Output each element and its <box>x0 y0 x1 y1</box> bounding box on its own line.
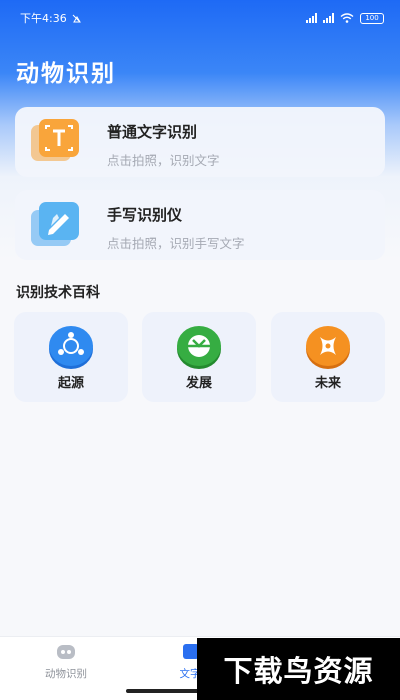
status-time: 下午4:36 <box>20 12 67 25</box>
signal-icon-2 <box>323 13 334 23</box>
future-icon <box>306 326 350 369</box>
card-subtitle: 点击拍照，识别手写文字 <box>107 236 245 251</box>
battery-icon: 100 <box>360 12 384 24</box>
handwriting-recognition-card[interactable]: 手写识别仪 点击拍照，识别手写文字 <box>15 190 385 260</box>
status-left: 下午4:36 <box>20 10 82 26</box>
tile-label: 起源 <box>57 376 84 391</box>
handwriting-pen-icon <box>31 202 79 246</box>
section-title: 识别技术百科 <box>16 285 100 301</box>
card-subtitle: 点击拍照，识别文字 <box>107 153 220 168</box>
card-text: 手写识别仪 点击拍照，识别手写文字 <box>107 204 245 252</box>
text-scan-icon <box>31 119 79 161</box>
card-title: 普通文字识别 <box>107 123 198 141</box>
wifi-icon <box>340 13 354 23</box>
tab-animal-recognition[interactable]: 动物识别 <box>6 643 126 681</box>
status-bar: 下午4:36 100 <box>0 0 400 36</box>
status-right: 100 <box>306 12 384 24</box>
text-recognition-card[interactable]: 普通文字识别 点击拍照，识别文字 <box>15 107 385 177</box>
animal-tab-icon <box>57 645 75 659</box>
signal-icon <box>306 13 317 23</box>
tile-label: 发展 <box>185 376 212 391</box>
tile-label: 未来 <box>314 376 341 391</box>
card-title: 手写识别仪 <box>107 206 183 224</box>
tile-future[interactable]: 未来 <box>271 312 385 402</box>
card-text: 普通文字识别 点击拍照，识别文字 <box>107 121 220 169</box>
watermark: 下载鸟资源 <box>197 638 400 700</box>
origin-icon <box>49 326 93 369</box>
tab-label: 动物识别 <box>45 668 87 680</box>
development-icon <box>177 326 221 369</box>
tile-development[interactable]: 发展 <box>142 312 256 402</box>
alarm-icon <box>72 14 81 22</box>
page-title: 动物识别 <box>16 61 116 87</box>
tile-origin[interactable]: 起源 <box>14 312 128 402</box>
